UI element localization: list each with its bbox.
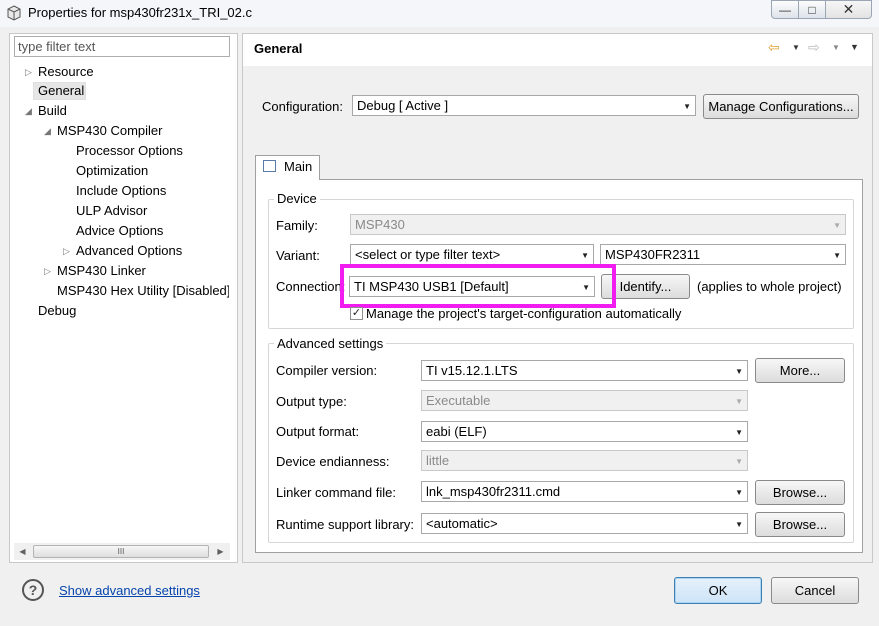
collapse-arrow-icon[interactable]: ◢: [44, 122, 51, 140]
output-type-select: Executable ▼: [421, 390, 748, 411]
chevron-down-icon: ▼: [735, 488, 743, 497]
compiler-version-value: TI v15.12.1.LTS: [426, 363, 518, 378]
tree-item-advanced-options[interactable]: Advanced Options: [76, 242, 182, 260]
configuration-select[interactable]: Debug [ Active ] ▼: [352, 95, 696, 116]
tab-main-label: Main: [284, 159, 313, 174]
runtime-support-library-value: <automatic>: [426, 516, 498, 531]
scrollbar-thumb[interactable]: III: [33, 545, 209, 558]
chevron-down-icon: ▼: [735, 457, 743, 466]
device-group-label: Device: [274, 191, 320, 206]
tree-item-ulp-advisor[interactable]: ULP Advisor: [76, 202, 147, 220]
chevron-down-icon: ▼: [735, 520, 743, 529]
scroll-left-icon[interactable]: ◀: [14, 543, 31, 560]
runtime-support-library-combo[interactable]: <automatic> ▼: [421, 513, 748, 534]
manage-target-config-label[interactable]: Manage the project's target-configuratio…: [366, 306, 681, 321]
advanced-settings-group-label: Advanced settings: [274, 336, 387, 351]
device-endianness-label: Device endianness:: [276, 454, 390, 469]
output-type-value: Executable: [426, 393, 491, 408]
chevron-down-icon: ▼: [683, 102, 691, 111]
output-format-select[interactable]: eabi (ELF) ▼: [421, 421, 748, 442]
manage-configurations-button[interactable]: Manage Configurations...: [703, 94, 859, 119]
expand-arrow-icon[interactable]: ▷: [63, 242, 70, 260]
tab-main-icon: [263, 160, 276, 172]
expand-arrow-icon[interactable]: ▷: [44, 262, 51, 280]
show-advanced-settings-link[interactable]: Show advanced settings: [59, 583, 200, 598]
chevron-down-icon: ▼: [735, 428, 743, 437]
runtime-support-library-label: Runtime support library:: [276, 517, 414, 532]
chevron-down-icon: ▼: [833, 251, 841, 260]
expand-arrow-icon[interactable]: ▷: [25, 63, 32, 81]
tree-item-optimization[interactable]: Optimization: [76, 162, 148, 180]
tree-item-msp430-linker[interactable]: MSP430 Linker: [57, 262, 146, 280]
cancel-button[interactable]: Cancel: [771, 577, 859, 604]
tree-item-debug[interactable]: Debug: [38, 302, 76, 320]
linker-command-file-label: Linker command file:: [276, 485, 396, 500]
connection-label: Connection:: [276, 279, 346, 294]
variant-filter-combo[interactable]: <select or type filter text> ▼: [350, 244, 594, 265]
family-select: MSP430 ▼: [350, 214, 846, 235]
browse-linker-button[interactable]: Browse...: [755, 480, 845, 505]
output-type-label: Output type:: [276, 394, 347, 409]
device-endianness-value: little: [426, 453, 450, 468]
tree-item-include-options[interactable]: Include Options: [76, 182, 166, 200]
chevron-down-icon: ▼: [735, 397, 743, 406]
chevron-down-icon: ▼: [735, 367, 743, 376]
compiler-version-label: Compiler version:: [276, 363, 378, 378]
output-format-label: Output format:: [276, 424, 360, 439]
tree-filter-input[interactable]: [14, 36, 230, 57]
forward-arrow-icon[interactable]: ⇨: [808, 38, 820, 56]
collapse-arrow-icon[interactable]: ◢: [25, 102, 32, 120]
back-arrow-icon[interactable]: ⇦: [768, 38, 780, 56]
family-label: Family:: [276, 218, 318, 233]
close-button[interactable]: ✕: [825, 0, 872, 19]
configuration-value: Debug [ Active ]: [357, 98, 449, 113]
tree-item-build[interactable]: Build: [38, 102, 67, 120]
maximize-icon: □: [808, 2, 816, 17]
variant-value: MSP430FR2311: [605, 247, 701, 262]
more-button[interactable]: More...: [755, 358, 845, 383]
app-icon: [7, 5, 21, 21]
maximize-button[interactable]: □: [798, 0, 826, 19]
linker-command-file-value: lnk_msp430fr2311.cmd: [426, 484, 561, 499]
browse-runtime-button[interactable]: Browse...: [755, 512, 845, 537]
variant-filter-text: <select or type filter text>: [355, 247, 501, 262]
scroll-right-icon[interactable]: ▶: [212, 543, 229, 560]
configuration-label: Configuration:: [262, 99, 343, 114]
chevron-down-icon: ▼: [833, 221, 841, 230]
forward-history-dropdown-icon[interactable]: ▼: [832, 38, 840, 56]
window-title: Properties for msp430fr231x_TRI_02.c: [28, 5, 252, 20]
page-title: General: [254, 41, 303, 56]
tree-item-msp430-hex-utility[interactable]: MSP430 Hex Utility [Disabled]: [57, 282, 229, 300]
manage-target-config-checkbox[interactable]: ✓: [350, 307, 363, 320]
family-value: MSP430: [355, 217, 405, 232]
applies-note: (applies to whole project): [697, 279, 842, 294]
tree-item-msp430-compiler[interactable]: MSP430 Compiler: [57, 122, 163, 140]
close-icon: ✕: [842, 1, 855, 17]
chevron-down-icon: ▼: [581, 251, 589, 260]
back-history-dropdown-icon[interactable]: ▼: [792, 38, 800, 56]
tree-item-processor-options[interactable]: Processor Options: [76, 142, 183, 160]
minimize-icon: —: [779, 2, 791, 17]
variant-select[interactable]: MSP430FR2311 ▼: [600, 244, 846, 265]
tree-item-advice-options[interactable]: Advice Options: [76, 222, 163, 240]
annotation-highlight-box: [340, 264, 616, 308]
compiler-version-select[interactable]: TI v15.12.1.LTS ▼: [421, 360, 748, 381]
ok-button[interactable]: OK: [674, 577, 762, 604]
linker-command-file-combo[interactable]: lnk_msp430fr2311.cmd ▼: [421, 481, 748, 502]
help-icon[interactable]: ?: [22, 579, 44, 601]
tree-item-general[interactable]: General: [38, 82, 84, 100]
output-format-value: eabi (ELF): [426, 424, 487, 439]
device-endianness-select: little ▼: [421, 450, 748, 471]
view-menu-icon[interactable]: ▼: [850, 38, 859, 56]
tree-item-resource[interactable]: Resource: [38, 63, 94, 81]
minimize-button[interactable]: —: [771, 0, 799, 19]
variant-label: Variant:: [276, 248, 320, 263]
